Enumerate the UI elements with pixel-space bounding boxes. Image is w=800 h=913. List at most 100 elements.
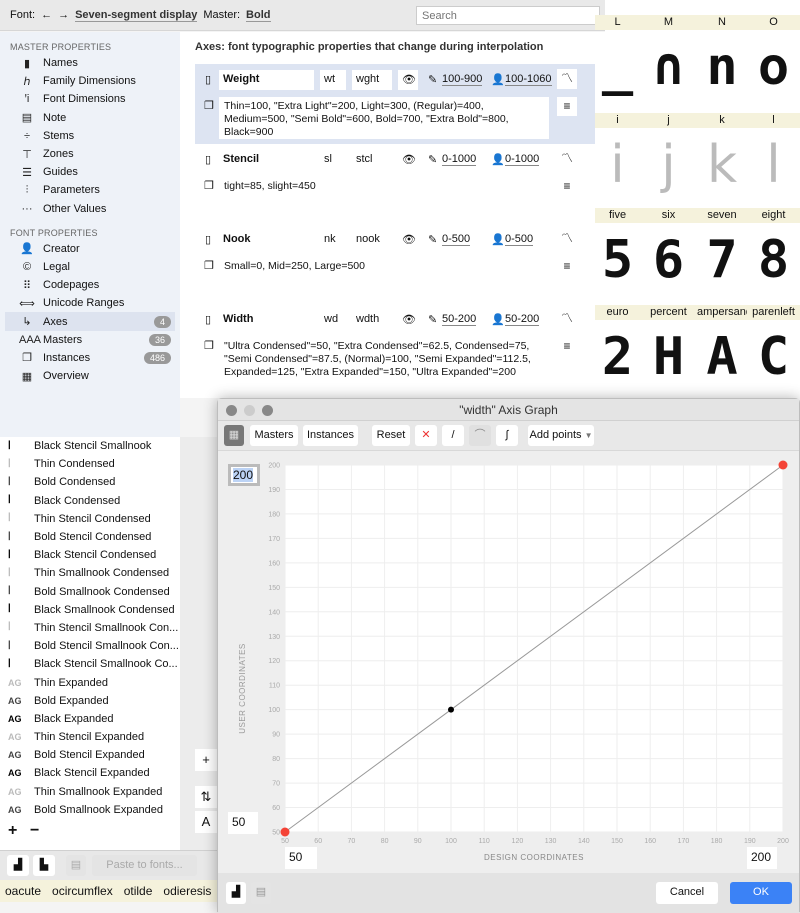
axis-tag-field[interactable]: wdth — [352, 310, 392, 330]
smooth-curve-icon[interactable]: ∫ — [496, 425, 518, 446]
glyph-name[interactable]: ocircumflex — [52, 884, 113, 898]
list-add-button[interactable]: + — [8, 822, 17, 840]
list-item[interactable]: AG Thin Stencil Expanded — [0, 728, 180, 746]
glyph-cell[interactable]: i — [595, 135, 640, 195]
menu-icon[interactable]: ≡ — [557, 257, 577, 276]
sidebar-item-legal[interactable]: © Legal — [5, 258, 175, 276]
cancel-button[interactable]: Cancel — [656, 882, 718, 904]
list-item[interactable]: ꟾ Black Smallnook Condensed — [0, 601, 180, 619]
sort-icon[interactable]: ⇅ — [195, 786, 217, 808]
list-item[interactable]: ꟾ Thin Smallnook Condensed — [0, 564, 180, 582]
sidebar-item-stems[interactable]: ÷ Stems — [5, 127, 175, 145]
sidebar-item-family-dimensions[interactable]: ℎ Family Dimensions — [5, 72, 175, 90]
graph-point[interactable] — [280, 827, 290, 837]
glyph-cell[interactable]: C — [747, 327, 800, 387]
sidebar-item-masters[interactable]: AAA Masters 36 — [5, 331, 175, 349]
glyph-cell[interactable]: A — [697, 327, 747, 387]
glyph-cell[interactable]: j — [640, 135, 697, 195]
sidebar-item-zones[interactable]: ⊤ Zones — [5, 145, 175, 163]
user-range-link[interactable]: 50-200 — [505, 313, 540, 326]
design-range-link[interactable]: 100-900 — [442, 73, 483, 86]
sidebar-item-axes[interactable]: ↳ Axes 4 — [5, 312, 175, 331]
sidebar-item-overview[interactable]: ▦ Overview — [5, 367, 175, 385]
master-name-link[interactable]: Bold — [246, 9, 271, 22]
list-item[interactable]: ꟾ Black Stencil Smallnook Co... — [0, 655, 180, 673]
list-item[interactable]: ꟾ Bold Stencil Condensed — [0, 528, 180, 546]
list-remove-button[interactable]: − — [30, 822, 39, 840]
axis-tag-field[interactable]: stcl — [352, 150, 392, 170]
paste-icon[interactable]: ▤ — [66, 855, 86, 876]
axis-instances-field[interactable]: "Ultra Condensed"=50, "Extra Condensed"=… — [219, 337, 549, 379]
glyph-cell[interactable]: 8 — [747, 230, 800, 290]
axis-name-field[interactable]: Weight — [219, 70, 314, 90]
list-item[interactable]: ꟾ Thin Condensed — [0, 455, 180, 473]
copy-icon[interactable]: ▟ — [7, 855, 29, 876]
glyph-cell[interactable]: H — [640, 327, 697, 387]
glyph-cell[interactable]: ∩ — [640, 37, 697, 97]
glyph-cell[interactable]: 6 — [640, 230, 697, 290]
glyph-cell[interactable]: o — [747, 37, 800, 97]
graph-icon[interactable]: 〽 — [557, 69, 577, 89]
glyph-cell[interactable]: l — [747, 135, 800, 195]
user-range-link[interactable]: 100-1060 — [505, 73, 552, 86]
delete-point-icon[interactable]: ✕ — [415, 425, 437, 446]
list-item[interactable]: ꟾ Thin Stencil Condensed — [0, 510, 180, 528]
sidebar-item-codepages[interactable]: ⠿ Codepages — [5, 276, 175, 294]
axis-short-field[interactable]: sl — [320, 150, 346, 170]
paste-graph-icon[interactable]: ▤ — [251, 882, 271, 904]
list-item[interactable]: ꟾ Bold Stencil Smallnook Con... — [0, 637, 180, 655]
sidebar-item-guides[interactable]: ☰ Guides — [5, 163, 175, 181]
list-item[interactable]: ꟾ Black Stencil Condensed — [0, 546, 180, 564]
sidebar-item-other-values[interactable]: ··· Other Values — [5, 200, 175, 218]
graph-icon[interactable]: 〽 — [557, 229, 577, 249]
eye-icon[interactable]: 👁 — [398, 230, 418, 250]
axis-instances-field[interactable]: tight=85, slight=450 — [219, 177, 549, 219]
axis-name-field[interactable]: Width — [219, 310, 314, 330]
list-item[interactable]: AG Thin Expanded — [0, 673, 180, 691]
glyph-cell[interactable]: k — [697, 135, 747, 195]
search-input[interactable] — [416, 6, 600, 25]
eye-icon[interactable]: 👁 — [398, 310, 418, 330]
list-item[interactable]: ꟾ Thin Stencil Smallnook Con... — [0, 619, 180, 637]
sidebar-item-parameters[interactable]: ⫶ Parameters — [5, 181, 175, 199]
axis-instances-field[interactable]: Thin=100, "Extra Light"=200, Light=300, … — [219, 97, 549, 139]
design-range-link[interactable]: 50-200 — [442, 313, 477, 326]
list-item[interactable]: ꟾ Bold Condensed — [0, 473, 180, 491]
sidebar-item-unicode-ranges[interactable]: ⟺ Unicode Ranges — [5, 294, 175, 312]
menu-icon[interactable]: ≡ — [557, 337, 577, 356]
ok-button[interactable]: OK — [730, 882, 792, 904]
masters-button[interactable]: Masters — [250, 425, 298, 446]
list-item[interactable]: ꟾ Black Condensed — [0, 492, 180, 510]
axis-short-field[interactable]: wt — [320, 70, 346, 90]
axis-name-field[interactable]: Stencil — [219, 150, 314, 170]
copy-graph-icon[interactable]: ▟ — [226, 882, 246, 904]
graph-icon[interactable]: 〽 — [557, 309, 577, 329]
graph-point[interactable] — [778, 460, 788, 470]
sidebar-item-names[interactable]: ▮ Names — [5, 54, 175, 72]
axis-tag-field[interactable]: nook — [352, 230, 392, 250]
instances-button[interactable]: Instances — [303, 425, 358, 446]
glyph-cell[interactable]: 2 — [595, 327, 640, 387]
graph-point[interactable] — [448, 706, 454, 713]
reset-button[interactable]: Reset — [372, 425, 410, 446]
paste-to-fonts-button[interactable]: Paste to fonts... — [92, 855, 197, 876]
sidebar-item-note[interactable]: ▤ Note — [5, 109, 175, 127]
list-item[interactable]: AG Thin Smallnook Expanded — [0, 783, 180, 801]
add-points-dropdown[interactable]: Add points ▼ — [528, 425, 594, 446]
close-button[interactable] — [226, 405, 237, 416]
glyph-name[interactable]: oacute — [5, 884, 41, 898]
font-name-link[interactable]: Seven-segment display — [75, 9, 198, 22]
eye-icon[interactable]: 👁 — [398, 150, 418, 170]
eye-icon[interactable]: 👁 — [398, 70, 418, 90]
axis-name-field[interactable]: Nook — [219, 230, 314, 250]
glyph-cell[interactable]: 7 — [697, 230, 747, 290]
list-item[interactable]: AG Bold Stencil Expanded — [0, 746, 180, 764]
sidebar-item-creator[interactable]: 👤 Creator — [5, 240, 175, 258]
user-range-link[interactable]: 0-1000 — [505, 153, 540, 166]
back-arrow-icon[interactable]: ← — [41, 9, 52, 21]
add-axis-button[interactable]: + — [195, 749, 217, 771]
sidebar-item-font-dimensions[interactable]: ꞌi Font Dimensions — [5, 90, 175, 108]
glyph-name[interactable]: otilde — [124, 884, 153, 898]
axis-tag-field[interactable]: wght — [352, 70, 392, 90]
minimize-button[interactable] — [244, 405, 255, 416]
